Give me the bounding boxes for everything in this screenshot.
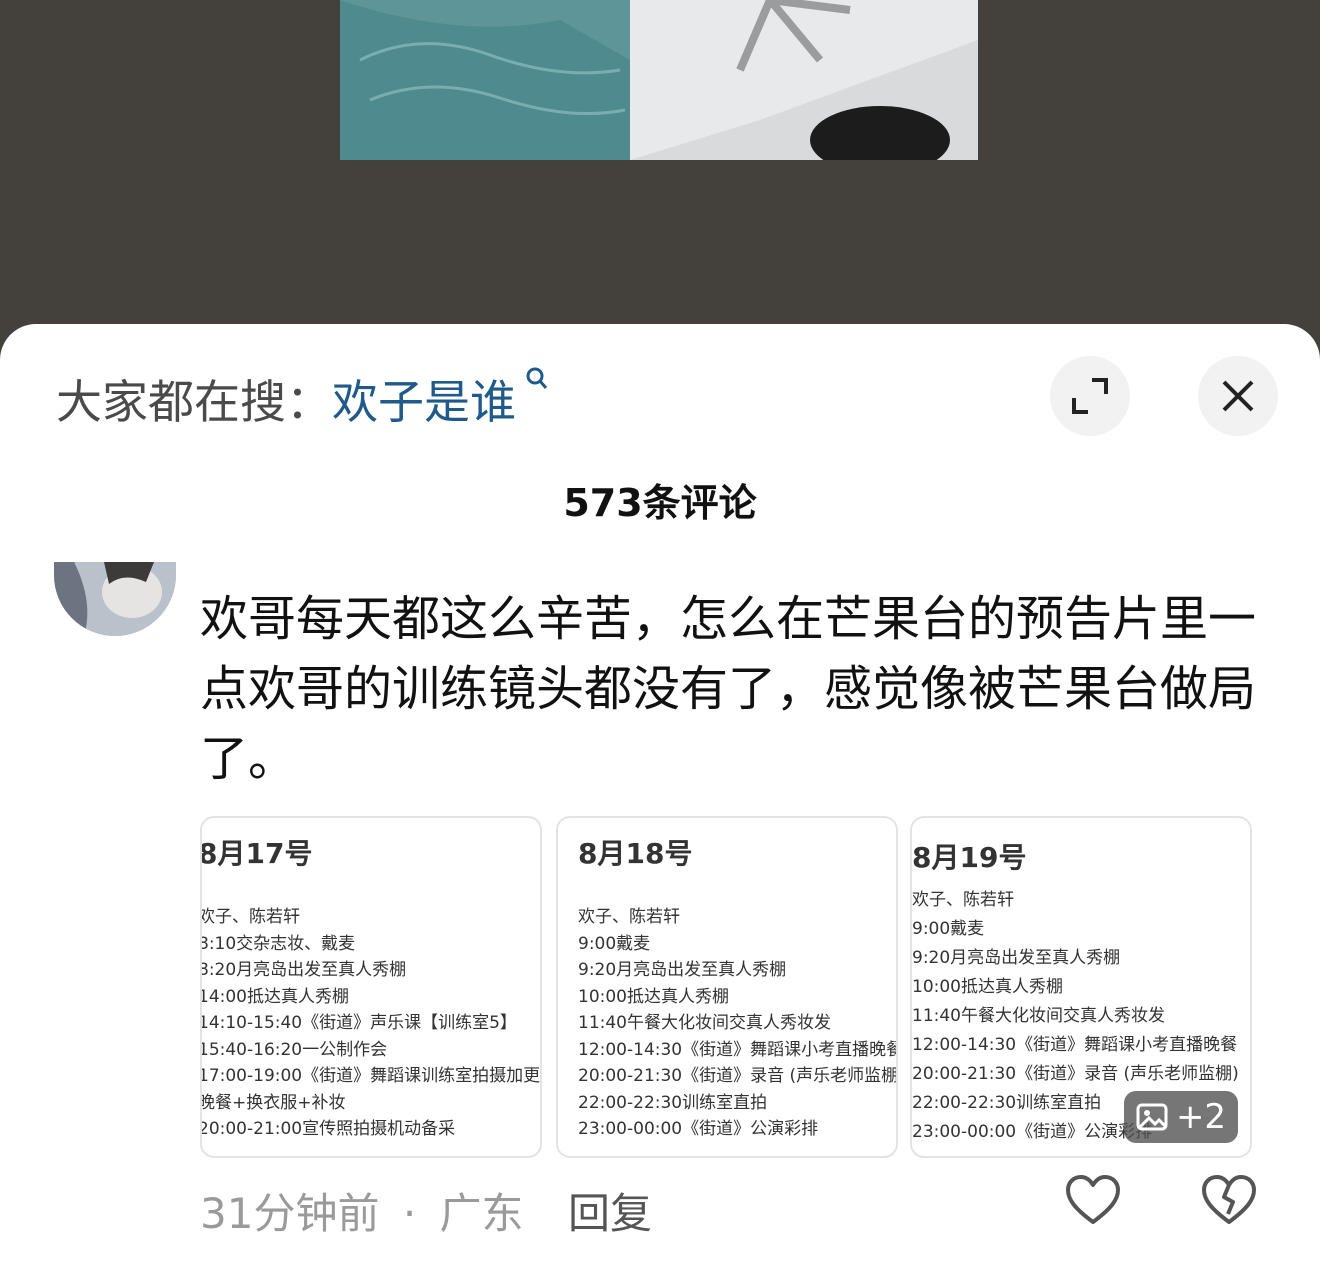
search-icon (518, 367, 548, 399)
trending-search[interactable]: 大家都在搜：欢子是谁 (56, 366, 548, 432)
close-button[interactable] (1198, 356, 1278, 436)
trending-search-label: 大家都在搜： (56, 375, 332, 429)
more-images-count: +2 (1175, 1097, 1227, 1137)
comment-meta: 31分钟前 · 广东 (200, 1180, 524, 1241)
schedule-line: 9:20月亮岛出发至真人秀棚 (912, 948, 1121, 968)
schedule-line: 晚餐+换衣服+补妆 (200, 1092, 346, 1113)
comment-count: 573条评论 (563, 481, 757, 525)
video-frame (340, 0, 978, 160)
schedule-line: 8:20月亮岛出发至真人秀棚 (200, 960, 407, 980)
schedule-line: 欢子、陈若轩 (912, 890, 1014, 910)
schedule-line: 11:40午餐大化妆间交真人秀妆发 (912, 1006, 1165, 1026)
schedule-line: 14:10-15:40《街道》声乐课【训练室5】 (200, 1013, 517, 1033)
trending-search-term[interactable]: 欢子是谁 (332, 375, 516, 429)
schedule-line: 20:00-21:30《街道》录音 (声乐老师监棚) (578, 1066, 898, 1086)
heart-icon[interactable] (1064, 1172, 1122, 1230)
close-icon (1222, 380, 1254, 412)
expand-icon (1072, 378, 1108, 414)
schedule-line: 20:00-21:00宣传照拍摄机动备采 (200, 1119, 456, 1139)
broken-heart-icon[interactable] (1200, 1172, 1258, 1230)
comment-image-2[interactable]: 8月18号 欢子、陈若轩 9:00戴麦 9:20月亮岛出发至真人秀棚 10:00… (556, 816, 898, 1158)
comment-image-1[interactable]: 8月17号 欢子、陈若轩 8:10交杂志妆、戴麦 8:20月亮岛出发至真人秀棚 … (200, 816, 542, 1158)
comment-location: 广东 (439, 1189, 524, 1238)
schedule-title: 8月17号 (200, 837, 313, 870)
schedule-line: 20:00-21:30《街道》录音 (声乐老师监棚) (912, 1064, 1239, 1084)
schedule-line: 8:10交杂志妆、戴麦 (200, 933, 356, 954)
comment-time: 31分钟前 (200, 1189, 380, 1238)
schedule-line: 12:00-14:30《街道》舞蹈课小考直播晚餐 (578, 1039, 898, 1060)
comments-sheet: 大家都在搜：欢子是谁 573条评论 欢哥每天都这么辛苦，怎么在芒果台的预告片里一… (0, 324, 1320, 1272)
reply-button[interactable]: 回复 (568, 1180, 652, 1241)
schedule-line: 欢子、陈若轩 (200, 907, 300, 927)
more-images-badge[interactable]: +2 (1124, 1091, 1238, 1143)
schedule-line: 15:40-16:20一公制作会 (200, 1039, 388, 1060)
schedule-line: 欢子、陈若轩 (578, 907, 680, 927)
schedule-line: 14:00抵达真人秀棚 (200, 986, 349, 1007)
schedule-title: 8月19号 (912, 841, 1027, 874)
avatar[interactable] (54, 562, 176, 636)
schedule-line: 10:00抵达真人秀棚 (912, 977, 1063, 997)
schedule-line: 9:00戴麦 (578, 933, 651, 954)
schedule-line: 12:00-14:30《街道》舞蹈课小考直播晚餐 (912, 1035, 1238, 1055)
schedule-line: 23:00-00:00《街道》公演彩排 (578, 1119, 819, 1139)
comment-text: 欢哥每天都这么辛苦，怎么在芒果台的预告片里一点欢哥的训练镜头都没有了，感觉像被芒… (200, 591, 1257, 787)
schedule-line: 9:20月亮岛出发至真人秀棚 (578, 960, 787, 980)
schedule-line: 11:40午餐大化妆间交真人秀妆发 (578, 1013, 831, 1033)
schedule-line: 9:00戴麦 (912, 919, 985, 939)
schedule-line: 22:00-22:30训练室直拍 (578, 1092, 768, 1113)
meta-separator: · (402, 1189, 417, 1238)
image-icon (1136, 1103, 1168, 1131)
expand-button[interactable] (1050, 356, 1130, 436)
schedule-title: 8月18号 (578, 837, 693, 870)
schedule-line: 10:00抵达真人秀棚 (578, 986, 729, 1007)
schedule-line: 17:00-19:00《街道》舞蹈课训练室拍摄加更海报 (200, 1066, 542, 1086)
